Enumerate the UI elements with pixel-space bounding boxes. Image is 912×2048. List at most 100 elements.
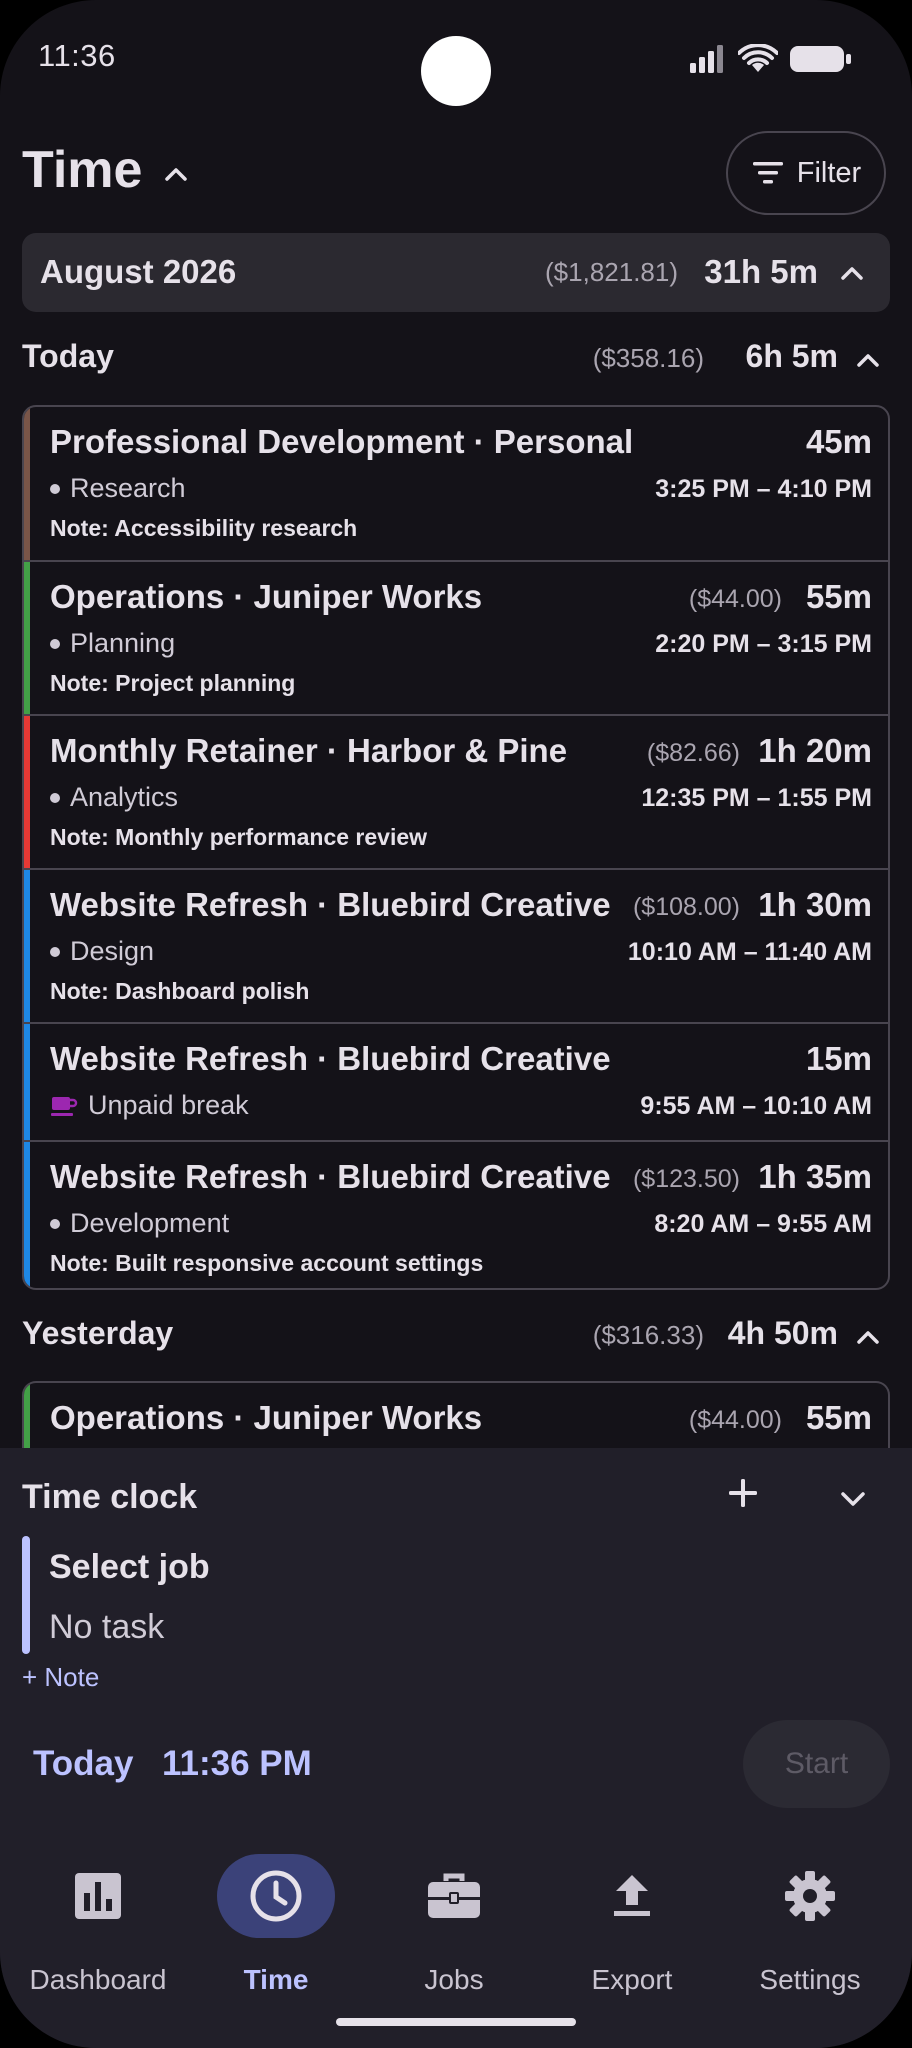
upload-icon (614, 1875, 650, 1916)
entry-task-label: Planning (70, 628, 176, 658)
entry-title: Website Refresh · Bluebird Creative (50, 1040, 611, 1077)
status-time: 11:36 (38, 38, 116, 73)
entry-time-range: 9:55 AM – 10:10 AM (640, 1092, 872, 1120)
add-note-link[interactable]: + Note (22, 1662, 99, 1693)
time-entry[interactable]: Monthly Retainer · Harbor & Pine ($82.66… (24, 714, 888, 868)
chevron-up-icon[interactable] (162, 160, 190, 188)
entry-color-bar (24, 1142, 30, 1288)
entry-task: Development (50, 1208, 229, 1239)
time-entry[interactable]: Website Refresh · Bluebird Creative ($10… (24, 868, 888, 1022)
entry-note: Note: Dashboard polish (50, 978, 310, 1004)
chevron-up-icon (857, 354, 879, 367)
entry-note: Note: Accessibility research (50, 515, 358, 541)
start-button[interactable]: Start (743, 1720, 890, 1808)
nav-item-dashboard[interactable]: Dashboard (9, 1854, 189, 1995)
entry-task-label: Research (70, 473, 186, 503)
nav-icon-wrap (9, 1854, 187, 1938)
entry-task-label: Unpaid break (88, 1090, 249, 1120)
chevron-down-icon[interactable] (838, 1484, 868, 1514)
select-job-button[interactable]: Select job (49, 1548, 210, 1587)
entry-duration: 1h 30m (758, 886, 872, 923)
entry-color-bar (24, 716, 30, 868)
entry-task-label: Design (70, 936, 155, 966)
entry-note: Note: Monthly performance review (50, 824, 428, 850)
entry-duration: 1h 20m (758, 732, 872, 769)
entry-title: Website Refresh · Bluebird Creative (50, 1158, 611, 1195)
bullet-icon (50, 946, 60, 957)
day-duration: 6h 5m (745, 338, 838, 374)
time-entry[interactable]: Professional Development · Personal 45m … (24, 407, 888, 560)
coffee-cup-icon (51, 1096, 78, 1116)
entry-amount: ($108.00) (632, 893, 740, 921)
wifi-icon (738, 44, 778, 72)
entry-task: Design (50, 936, 154, 967)
nav-icon-wrap (187, 1854, 365, 1938)
app-screen: 11:36 Time Filter August 2026 ($1,821.81… (0, 0, 912, 2048)
month-amount: ($1,821.81) (545, 257, 678, 287)
bullet-icon (50, 792, 60, 803)
filter-label: Filter (796, 156, 862, 189)
nav-item-jobs[interactable]: Jobs (365, 1854, 545, 1995)
bar-chart-icon (75, 1873, 121, 1919)
entry-color-bar (24, 870, 30, 1022)
day-duration: 4h 50m (727, 1315, 838, 1351)
entry-duration: 55m (805, 1399, 872, 1436)
entry-task: Research (50, 473, 186, 504)
entry-title: Professional Development · Personal (50, 423, 634, 460)
month-duration: 31h 5m (704, 253, 818, 290)
battery-icon (790, 46, 851, 72)
add-icon[interactable] (726, 1476, 760, 1510)
bullet-icon (50, 638, 60, 649)
filter-icon (752, 162, 783, 184)
nav-label: Settings (759, 1964, 861, 1995)
entry-title: Website Refresh · Bluebird Creative (50, 886, 611, 923)
entry-time-range: 10:10 AM – 11:40 AM (627, 938, 872, 966)
day-header-today[interactable]: Today ($358.16) 6h 5m (22, 338, 890, 388)
entry-time-range: 3:25 PM – 4:10 PM (655, 475, 872, 503)
today-entries: Professional Development · Personal 45m … (22, 405, 890, 1290)
time-entry-break[interactable]: Website Refresh · Bluebird Creative 15m … (24, 1022, 888, 1140)
nav-icon-wrap (365, 1854, 543, 1938)
camera-cutout (421, 36, 491, 106)
entry-amount: ($44.00) (688, 1406, 782, 1434)
entry-task: Planning (50, 628, 175, 659)
nav-icon-wrap (543, 1854, 721, 1938)
filter-button[interactable]: Filter (726, 131, 886, 215)
entry-task-label: Development (70, 1208, 230, 1238)
entry-title: Monthly Retainer · Harbor & Pine (50, 732, 568, 769)
time-entry[interactable]: Operations · Juniper Works ($44.00) 55m … (24, 560, 888, 714)
bullet-icon (50, 483, 60, 494)
nav-item-export[interactable]: Export (543, 1854, 723, 1995)
status-icons (690, 44, 852, 74)
job-color-bar (22, 1536, 30, 1654)
time-entry[interactable]: Website Refresh · Bluebird Creative ($12… (24, 1140, 888, 1288)
entry-task-label: Analytics (70, 782, 179, 812)
bullet-icon (50, 1218, 60, 1229)
chevron-up-icon (857, 1331, 879, 1344)
status-bar: 11:36 (0, 0, 912, 120)
nav-item-settings[interactable]: Settings (721, 1854, 901, 1995)
signal-icon (690, 45, 723, 73)
day-name: Today (22, 338, 114, 374)
entry-duration: 15m (805, 1040, 872, 1077)
month-name: August 2026 (40, 253, 237, 290)
clock-time-button[interactable]: 11:36 PM (162, 1744, 312, 1784)
entry-time-range: 8:20 AM – 9:55 AM (654, 1210, 872, 1238)
month-summary[interactable]: August 2026 ($1,821.81) 31h 5m (22, 233, 890, 312)
home-indicator[interactable] (336, 2018, 576, 2026)
entry-time-range: 12:35 PM – 1:55 PM (641, 784, 872, 812)
entry-task: Unpaid break (50, 1090, 249, 1121)
nav-icon-wrap (721, 1854, 899, 1938)
day-name: Yesterday (22, 1315, 174, 1351)
select-task-button[interactable]: No task (49, 1608, 164, 1647)
nav-label: Jobs (424, 1964, 484, 1995)
nav-label: Export (591, 1964, 673, 1995)
day-header-yesterday[interactable]: Yesterday ($316.33) 4h 50m (22, 1315, 890, 1365)
entry-amount: ($123.50) (632, 1165, 740, 1193)
nav-item-time[interactable]: Time (187, 1854, 367, 1995)
entry-duration: 55m (805, 578, 872, 615)
clock-icon (250, 1870, 302, 1922)
clock-date-button[interactable]: Today (33, 1744, 133, 1784)
briefcase-icon (428, 1873, 480, 1918)
entry-task: Analytics (50, 782, 178, 813)
